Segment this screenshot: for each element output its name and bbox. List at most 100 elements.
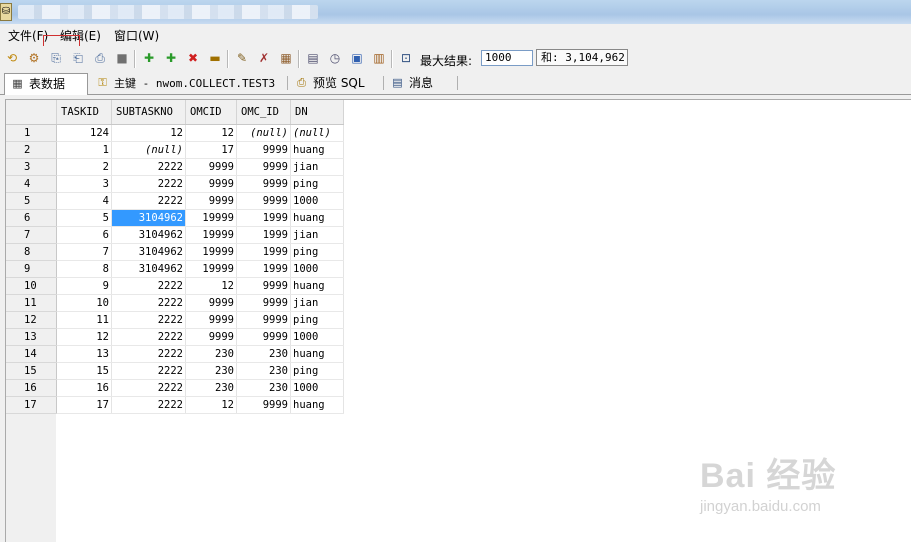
row-number[interactable]: 2 xyxy=(6,141,57,159)
sql-app-icon[interactable]: ⛁ xyxy=(0,3,12,21)
prev-page-icon[interactable]: ⎗ xyxy=(69,49,87,67)
table-cell[interactable]: 124 xyxy=(56,124,112,142)
table-cell[interactable]: 2222 xyxy=(111,379,186,397)
table-cell[interactable]: 8 xyxy=(56,260,112,278)
table-cell[interactable]: ping xyxy=(290,243,344,261)
stop-icon[interactable]: ■ xyxy=(113,49,131,67)
table-cell[interactable]: 13 xyxy=(56,345,112,363)
table-cell[interactable]: huang xyxy=(290,209,344,227)
table-cell[interactable]: 16 xyxy=(56,379,112,397)
table-cell[interactable]: 10 xyxy=(56,294,112,312)
max-results-input[interactable]: 1000 xyxy=(481,50,533,66)
table-row[interactable]: 13 12 2222 9999 9999 1000 xyxy=(6,328,344,346)
table-cell[interactable]: 12 xyxy=(185,277,237,295)
tab-table-data[interactable]: ▦ 表数据 xyxy=(4,73,88,95)
row-number[interactable]: 10 xyxy=(6,277,57,295)
table-cell[interactable]: 2 xyxy=(56,158,112,176)
table-row[interactable]: 2 1 (null) 17 9999 huang xyxy=(6,141,344,159)
table-cell[interactable]: ping xyxy=(290,175,344,193)
row-number[interactable]: 8 xyxy=(6,243,57,261)
row-number[interactable]: 12 xyxy=(6,311,57,329)
table-cell[interactable]: 7 xyxy=(56,243,112,261)
column-header[interactable]: SUBTASKNO xyxy=(111,100,186,125)
table-cell[interactable]: 1000 xyxy=(290,379,344,397)
table-cell[interactable]: 3 xyxy=(56,175,112,193)
table-cell[interactable]: 12 xyxy=(56,328,112,346)
delete-row-icon[interactable]: ✖ xyxy=(184,49,202,67)
table-cell[interactable]: 9999 xyxy=(236,328,291,346)
table-cell[interactable]: 11 xyxy=(56,311,112,329)
table-cell[interactable]: 2222 xyxy=(111,396,186,414)
column-header[interactable]: OMCID xyxy=(185,100,237,125)
column-header[interactable]: TASKID xyxy=(56,100,112,125)
table-cell[interactable]: huang xyxy=(290,277,344,295)
table-cell[interactable]: 9999 xyxy=(236,175,291,193)
table-cell[interactable]: 2222 xyxy=(111,294,186,312)
table-cell[interactable]: 9999 xyxy=(185,192,237,210)
first-page-icon[interactable]: ⎘ xyxy=(47,49,65,67)
table-cell[interactable]: (null) xyxy=(111,141,186,159)
table-cell[interactable]: 3104962 xyxy=(111,243,186,261)
table-cell[interactable]: 4 xyxy=(56,192,112,210)
table-cell[interactable]: 9999 xyxy=(185,328,237,346)
table-cell[interactable]: 17 xyxy=(185,141,237,159)
table-cell[interactable]: jian xyxy=(290,226,344,244)
row-number[interactable]: 9 xyxy=(6,260,57,278)
table-cell[interactable]: 9999 xyxy=(185,294,237,312)
row-number[interactable]: 14 xyxy=(6,345,57,363)
table-cell[interactable]: 9999 xyxy=(236,294,291,312)
table-row[interactable]: 11 10 2222 9999 9999 jian xyxy=(6,294,344,312)
table-row[interactable]: 10 9 2222 12 9999 huang xyxy=(6,277,344,295)
row-number[interactable]: 3 xyxy=(6,158,57,176)
menu-window[interactable]: 窗口(W) xyxy=(114,27,159,44)
table-cell[interactable]: 2222 xyxy=(111,345,186,363)
table-cell[interactable]: 230 xyxy=(236,362,291,380)
row-number[interactable]: 6 xyxy=(6,209,57,227)
tab-primary-key[interactable]: ⚿ 主键 - nwom.COLLECT.TEST3 xyxy=(90,73,286,93)
table-cell[interactable]: 2222 xyxy=(111,192,186,210)
table-cell[interactable]: huang xyxy=(290,345,344,363)
table-row[interactable]: 9 8 3104962 19999 1999 1000 xyxy=(6,260,344,278)
table-cell[interactable]: 12 xyxy=(185,124,237,142)
table-cell[interactable]: 1000 xyxy=(290,192,344,210)
table-cell[interactable]: (null) xyxy=(290,124,344,142)
table-cell[interactable]: huang xyxy=(290,141,344,159)
row-number[interactable]: 13 xyxy=(6,328,57,346)
add-row-icon[interactable]: ✚ xyxy=(162,49,180,67)
insert-row-icon[interactable]: ✚ xyxy=(140,49,158,67)
column-header[interactable]: OMC_ID xyxy=(236,100,291,125)
table-cell[interactable]: 9999 xyxy=(236,192,291,210)
table-cell[interactable]: 9999 xyxy=(185,158,237,176)
table-cell[interactable]: 19999 xyxy=(185,243,237,261)
table-row[interactable]: 14 13 2222 230 230 huang xyxy=(6,345,344,363)
table-cell[interactable]: 1000 xyxy=(290,328,344,346)
table-cell[interactable]: 5 xyxy=(56,209,112,227)
table-cell[interactable]: 1999 xyxy=(236,226,291,244)
table-cell[interactable]: 1000 xyxy=(290,260,344,278)
table-cell[interactable]: 15 xyxy=(56,362,112,380)
table-cell[interactable]: 19999 xyxy=(185,226,237,244)
table-cell[interactable]: ping xyxy=(290,362,344,380)
table-cell[interactable]: 1999 xyxy=(236,209,291,227)
table-cell[interactable]: 230 xyxy=(185,345,237,363)
table-cell[interactable]: 2222 xyxy=(111,277,186,295)
refresh-icon[interactable]: ⟲ xyxy=(3,49,21,67)
table-cell[interactable]: 9999 xyxy=(236,141,291,159)
table-cell[interactable]: 19999 xyxy=(185,260,237,278)
table-cell[interactable]: 12 xyxy=(185,396,237,414)
row-number[interactable]: 7 xyxy=(6,226,57,244)
row-number[interactable]: 11 xyxy=(6,294,57,312)
table-cell[interactable]: 12 xyxy=(111,124,186,142)
table-cell[interactable]: 3104962 xyxy=(111,209,186,227)
grid-view-icon[interactable]: ▤ xyxy=(304,49,322,67)
table-row[interactable]: 12 11 2222 9999 9999 ping xyxy=(6,311,344,329)
row-number[interactable]: 17 xyxy=(6,396,57,414)
table-cell[interactable]: 9999 xyxy=(236,277,291,295)
table-row[interactable]: 15 15 2222 230 230 ping xyxy=(6,362,344,380)
tab-preview-sql[interactable]: ⎙ 预览 SQL xyxy=(289,73,381,93)
row-number[interactable]: 16 xyxy=(6,379,57,397)
table-row[interactable]: 1 124 12 12 (null) (null) xyxy=(6,124,344,142)
row-number[interactable]: 1 xyxy=(6,124,57,142)
table-cell[interactable]: 9999 xyxy=(185,175,237,193)
rollback-icon[interactable]: ✗ xyxy=(255,49,273,67)
